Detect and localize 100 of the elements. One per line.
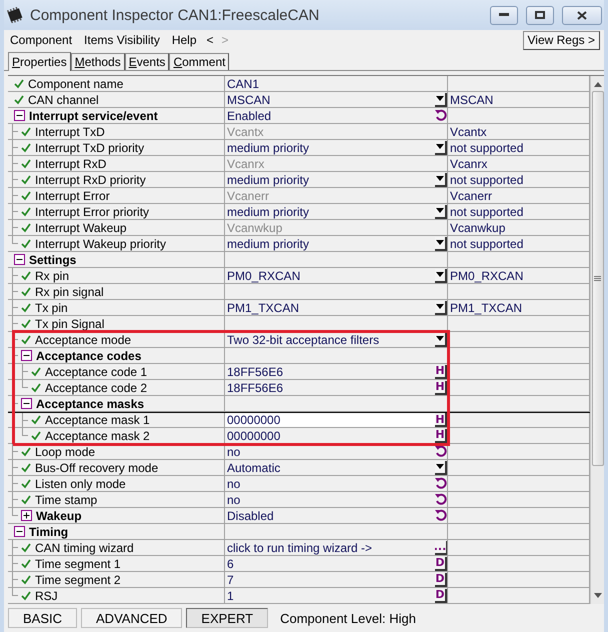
property-name: Acceptance mask 1 (45, 413, 150, 427)
collapse-button[interactable] (21, 398, 32, 409)
reset-icon[interactable] (435, 109, 447, 122)
caret-down-icon (436, 144, 444, 149)
edit-button[interactable]: H (435, 413, 447, 427)
dropdown-button[interactable] (435, 268, 447, 282)
tab[interactable]: Events (124, 53, 170, 70)
caret-down-icon (436, 272, 444, 277)
collapse-button[interactable] (14, 110, 25, 121)
property-name: Time segment 1 (35, 556, 121, 570)
table-cell: not supported (450, 140, 524, 154)
reset-icon[interactable] (435, 509, 447, 522)
caret-down-icon (436, 176, 444, 181)
scroll-down-icon[interactable] (594, 593, 602, 598)
dropdown-button[interactable] (435, 460, 447, 474)
edit-button[interactable]: H (435, 364, 447, 378)
edit-button[interactable]: D (435, 572, 447, 586)
status-text: Component Level: High (280, 610, 416, 626)
property-name: Tx pin (35, 300, 68, 314)
reset-icon[interactable] (435, 493, 447, 506)
caret-down-icon (436, 96, 444, 101)
property-value: PM0_RXCAN (227, 268, 300, 282)
property-value: Two 32-bit acceptance filters (227, 332, 380, 346)
property-value: CAN1 (227, 76, 260, 90)
expand-button[interactable] (21, 510, 32, 521)
caret-down-icon (436, 464, 444, 469)
tab[interactable]: Properties (8, 52, 71, 71)
level-button[interactable]: EXPERT (186, 608, 268, 628)
caret-down-icon (436, 304, 444, 309)
level-button[interactable]: ADVANCED (81, 608, 182, 628)
dropdown-button[interactable] (435, 300, 447, 314)
property-value: no (227, 476, 240, 490)
property-value: 18FF56E6 (227, 364, 284, 378)
property-name: Interrupt Wakeup (35, 220, 127, 234)
group-name: Settings (29, 252, 76, 266)
group-name: Wakeup (36, 508, 82, 522)
view-regs-button[interactable]: View Regs > (522, 30, 600, 50)
dropdown-button[interactable] (435, 236, 447, 250)
minimize-button[interactable] (490, 6, 518, 24)
menu-item[interactable]: Component (8, 33, 74, 47)
property-value: no (227, 492, 240, 506)
dropdown-button[interactable] (435, 332, 447, 346)
group-name: Interrupt service/event (29, 108, 158, 122)
edit-button[interactable]: H (435, 428, 447, 442)
property-value: medium priority (227, 236, 310, 250)
group-name: Acceptance masks (36, 396, 144, 410)
table-cell: MSCAN (450, 92, 494, 106)
dropdown-button[interactable] (435, 140, 447, 154)
scrollbar[interactable] (590, 76, 604, 604)
menu-item[interactable]: Help (170, 33, 199, 47)
collapse-button[interactable] (14, 526, 25, 537)
reset-icon[interactable] (435, 445, 447, 458)
property-value: Vcanerr (227, 188, 270, 202)
edit-button[interactable]: ... (435, 540, 447, 554)
property-name: Listen only mode (35, 476, 126, 490)
property-value: medium priority (227, 204, 310, 218)
scroll-up-icon[interactable] (594, 82, 602, 87)
restore-button[interactable] (526, 6, 554, 24)
close-icon (577, 10, 587, 20)
property-name: RSJ (35, 588, 58, 602)
property-name: Component name (28, 76, 124, 90)
table-cell: not supported (450, 236, 524, 250)
edit-button[interactable]: D (435, 588, 447, 602)
dropdown-button[interactable] (435, 92, 447, 106)
reset-icon[interactable] (435, 477, 447, 490)
property-name: Loop mode (35, 444, 96, 458)
property-name: Interrupt RxD (35, 156, 106, 170)
group-name: Timing (29, 524, 68, 538)
grip-icon (594, 276, 601, 282)
table-cell: Vcanrx (450, 156, 488, 170)
property-value: medium priority (227, 172, 310, 186)
property-value: 00000000 (227, 428, 280, 442)
property-name: Interrupt Error (35, 188, 110, 202)
collapse-button[interactable] (14, 254, 25, 265)
dropdown-button[interactable] (435, 172, 447, 186)
property-value: Disabled (227, 508, 274, 522)
property-name: Rx pin signal (35, 284, 104, 298)
property-value: Vcanwkup (227, 220, 282, 234)
table-cell: Vcanerr (450, 188, 492, 202)
tab[interactable]: Comment (169, 53, 230, 70)
scroll-thumb[interactable] (592, 91, 604, 466)
dropdown-button[interactable] (435, 204, 447, 218)
minimize-icon (499, 13, 509, 17)
close-button[interactable] (562, 6, 602, 24)
property-value: no (227, 444, 240, 458)
edit-button[interactable]: D (435, 556, 447, 570)
property-name: Acceptance code 1 (45, 364, 148, 378)
tab[interactable]: Methods (70, 53, 125, 70)
property-name: CAN timing wizard (35, 540, 134, 554)
menu-item[interactable]: Items Visibility (82, 33, 162, 47)
back-button[interactable]: < (206, 33, 214, 47)
edit-button[interactable]: H (435, 380, 447, 394)
property-name: Acceptance mode (35, 332, 132, 346)
level-button[interactable]: BASIC (8, 608, 78, 628)
property-name: Time stamp (35, 492, 98, 506)
property-name: Bus-Off recovery mode (35, 460, 158, 474)
property-name: Interrupt Wakeup priority (35, 236, 166, 250)
property-name: CAN channel (28, 92, 99, 106)
plus-icon (22, 511, 31, 520)
collapse-button[interactable] (21, 350, 32, 361)
